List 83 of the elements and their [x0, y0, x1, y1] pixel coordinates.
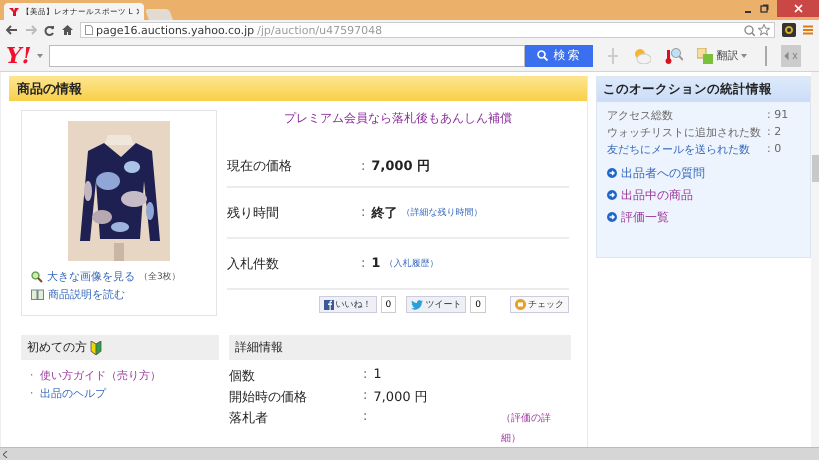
tweet-button[interactable]: ツイート [406, 296, 466, 313]
stat-value: : 2 [767, 125, 782, 140]
image-count: （全3枚） [139, 270, 181, 283]
image-link[interactable]: 大きな画像を見る [47, 269, 135, 284]
help-link[interactable]: 使い方ガイド（売り方） [40, 368, 161, 382]
field-label: 残り時間 [227, 204, 280, 222]
horizontal-scrollbar[interactable] [0, 447, 819, 460]
bird-icon [411, 300, 424, 310]
translate-button[interactable]: 翻訳 [697, 48, 748, 64]
search-icon [537, 50, 548, 61]
stat-value: : 91 [767, 108, 788, 123]
colon: : [363, 367, 368, 382]
field-value: 1 [373, 367, 382, 382]
like-button[interactable]: いいね！ [318, 296, 377, 313]
thermometer-icon[interactable] [665, 46, 684, 64]
arrow-circle-icon [607, 190, 617, 200]
tweet-count: 0 [470, 296, 486, 313]
star-icon[interactable] [758, 24, 770, 36]
close-button[interactable] [777, 0, 819, 17]
colon: : [361, 256, 366, 271]
restore-icon[interactable] [760, 4, 769, 13]
stat-link[interactable]: 友だちにメールを送られた数 [607, 142, 767, 159]
stat-label: ウォッチリストに追加された数 [607, 125, 762, 141]
section-header: 詳細情報 [229, 335, 571, 360]
field-label: 個数 [229, 368, 256, 385]
field-label: 入札件数 [227, 256, 280, 272]
arrow-circle-icon [607, 168, 617, 178]
search-button[interactable]: 検索 [525, 44, 594, 66]
yahoo-logo[interactable]: Y! [6, 44, 32, 66]
zoom-icon[interactable] [744, 24, 755, 36]
beginner-mark-icon [90, 340, 102, 354]
help-link[interactable]: 出品のヘルプ [40, 386, 106, 400]
back-icon[interactable] [6, 25, 18, 35]
bullet: ・ [27, 388, 36, 400]
extension-icon[interactable] [782, 23, 796, 37]
check-badge-icon [515, 299, 526, 310]
check-button[interactable]: チェック [510, 296, 569, 313]
translate-icon [697, 48, 714, 64]
stat-value: : 0 [767, 142, 782, 157]
field-label: 開始時の価格 [229, 389, 308, 406]
section-header: 商品の情報 [9, 76, 587, 101]
home-icon[interactable] [62, 25, 73, 35]
caret-icon [741, 54, 748, 58]
like-count: 0 [380, 296, 396, 313]
stats-link[interactable]: 出品中の商品 [621, 186, 693, 204]
search-field[interactable] [49, 44, 526, 66]
colon: : [361, 205, 366, 220]
scroll-left-icon[interactable] [3, 450, 8, 458]
stats-link[interactable]: 評価一覧 [621, 208, 669, 226]
field-value: 7,000 円 [373, 389, 428, 406]
menu-icon[interactable] [803, 25, 813, 35]
address-field[interactable]: page16.auctions.yahoo.co.jp /jp/auction/u47597048 [80, 22, 775, 38]
colon: : [361, 158, 366, 174]
caret-icon[interactable] [37, 54, 44, 58]
promo-link[interactable]: プレミアム会員なら落札後もあんしん補償 [227, 110, 569, 146]
field-label: 現在の価格 [227, 158, 293, 175]
stats-link[interactable]: 出品者への質問 [621, 164, 705, 182]
collapse-button[interactable] [781, 44, 802, 66]
field-value: 終了 [371, 204, 398, 222]
field-label: 落札者 [229, 410, 269, 427]
image-link[interactable]: 商品説明を読む [48, 287, 125, 302]
colon: : [363, 388, 368, 403]
arrow-circle-icon [607, 212, 617, 222]
reload-icon[interactable] [44, 24, 55, 36]
panel-header: このオークションの統計情報 [597, 77, 810, 102]
magnifier-icon [31, 270, 43, 282]
vertical-scrollbar[interactable] [811, 72, 819, 447]
detail-link[interactable]: （詳細な残り時間） [401, 206, 482, 219]
facebook-icon [324, 300, 334, 310]
colon: : [363, 409, 368, 424]
field-value: 1 [371, 256, 380, 271]
bullet: ・ [27, 370, 36, 382]
page-icon [85, 25, 93, 35]
field-value: 7,000 円 [371, 158, 430, 175]
tab-close-icon[interactable] [136, 8, 139, 15]
book-icon [31, 289, 44, 300]
section-header: 初めての方 [21, 335, 219, 360]
close-icon [794, 4, 802, 13]
stat-label: アクセス総数 [607, 108, 674, 124]
rating-link[interactable]: （評価の詳細） [501, 409, 561, 449]
yahoo-logo-icon [9, 8, 19, 16]
collapse-icon [784, 50, 798, 60]
detail-link[interactable]: （入札履歴） [384, 257, 438, 270]
